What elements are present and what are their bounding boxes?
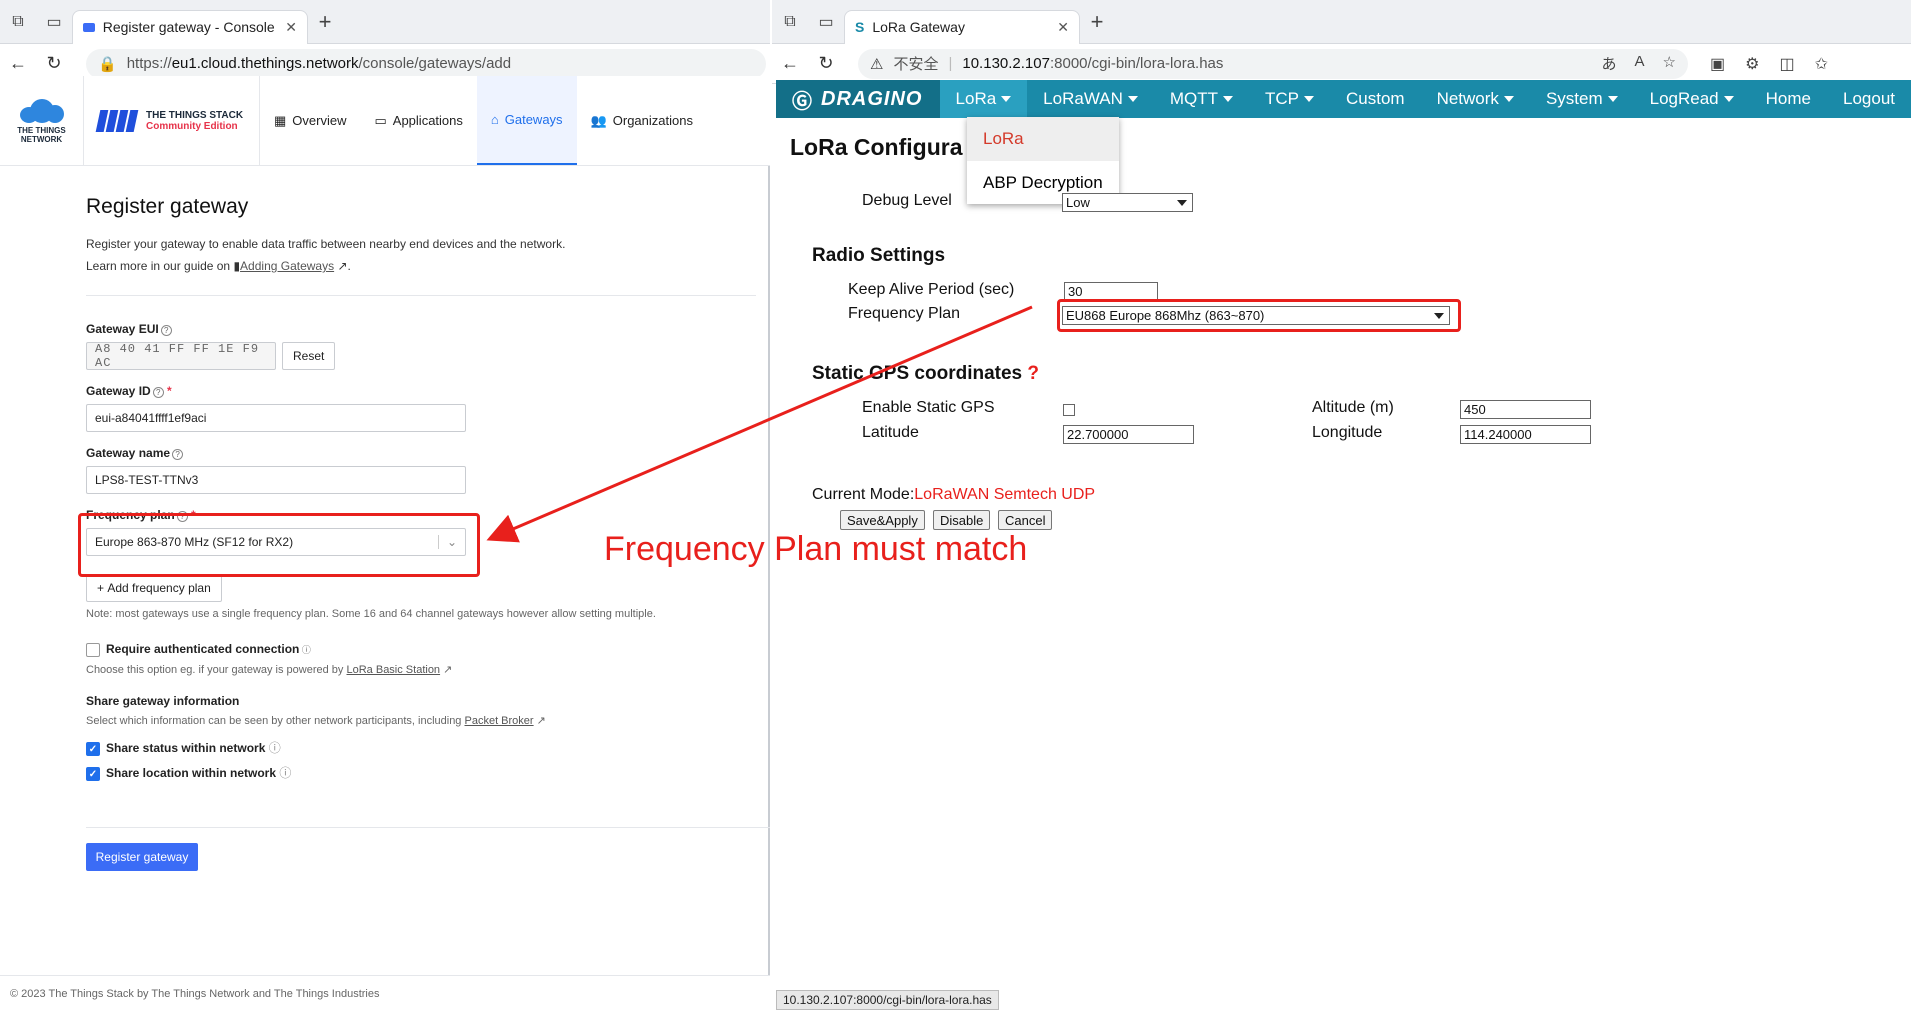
screen: ⧉ ▭ Register gateway - Console - The ✕ +…: [0, 0, 1911, 1011]
annotation-arrow: [486, 305, 1033, 543]
annotation-text: Frequency Plan must match: [604, 530, 1028, 568]
